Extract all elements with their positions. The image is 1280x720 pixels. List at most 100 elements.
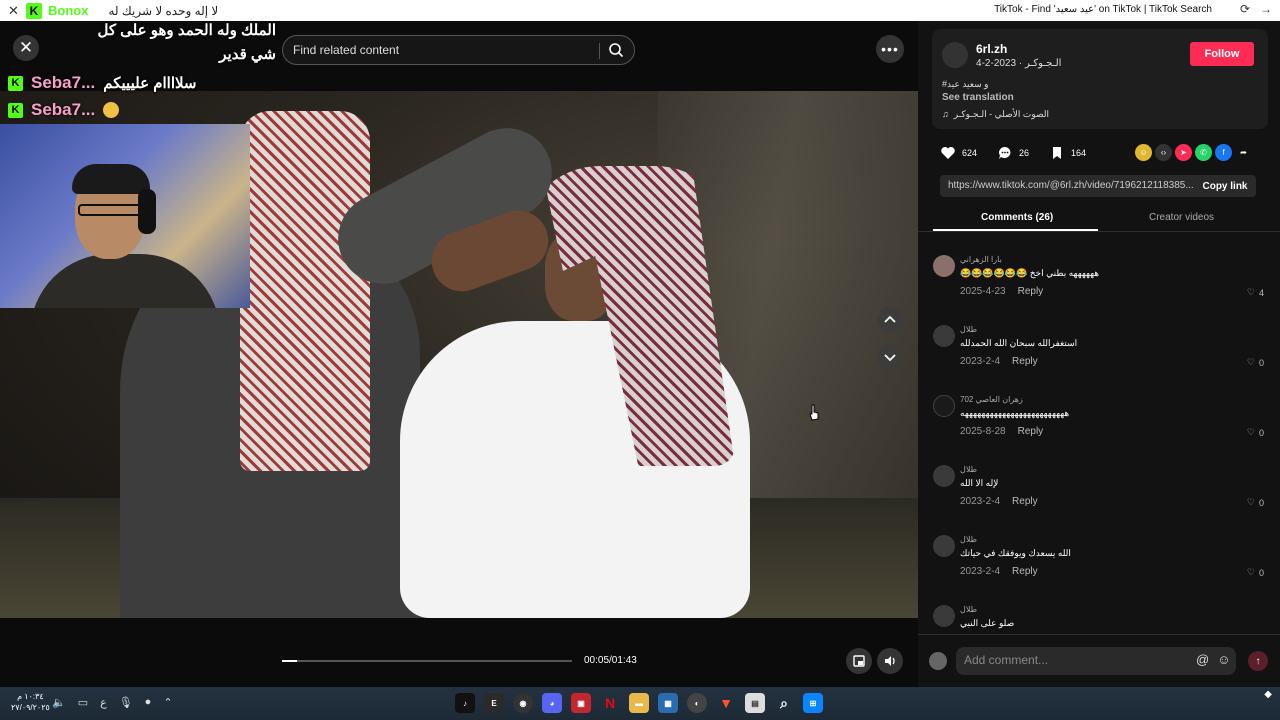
comment-like-button[interactable]: ♡ 0	[1247, 357, 1264, 368]
windows-start-icon[interactable]: ⊞	[803, 693, 823, 713]
brand-name: Bonox	[48, 3, 89, 18]
chevron-up-icon[interactable]: ⌃	[163, 696, 172, 709]
close-video-button[interactable]: ✕	[13, 35, 39, 61]
reply-button[interactable]: Reply	[1012, 356, 1038, 367]
obs-icon[interactable]: ◉	[513, 693, 533, 713]
details-panel: 6rl.zh الـجـوكـر · 2023-2-4 Follow #و سع…	[918, 21, 1280, 687]
next-video-button[interactable]	[877, 344, 903, 370]
like-count: 624	[962, 148, 978, 158]
forward-icon[interactable]: →	[1260, 2, 1272, 16]
comment-author[interactable]: بارا الزهراني	[960, 255, 1002, 264]
comment-button[interactable]: 26	[997, 145, 1029, 161]
system-tray: 🔈 ▭ ع 🎙 ● ⌃	[52, 696, 173, 709]
mention-icon[interactable]: @	[1196, 652, 1209, 667]
microsoft-store-icon[interactable]: ▦	[658, 693, 678, 713]
chat-line: K Seba7... سلاااام عليييكم	[8, 72, 197, 94]
comment-author[interactable]: زهران العاصي 702	[960, 395, 1023, 404]
copilot-icon[interactable]: ◆	[1264, 689, 1272, 700]
avatar[interactable]	[942, 42, 968, 68]
whatsapp-icon[interactable]: ✆	[1195, 144, 1212, 161]
tab-creator-videos[interactable]: Creator videos	[1149, 212, 1214, 223]
avatar[interactable]	[933, 465, 955, 487]
search-icon[interactable]: ⌕	[774, 693, 794, 713]
comment-like-button[interactable]: ♡ 0	[1247, 497, 1264, 508]
comment-like-button[interactable]: ♡ 0	[1247, 427, 1264, 438]
search-icon[interactable]	[608, 42, 624, 58]
avatar[interactable]	[933, 325, 955, 347]
kick-badge-icon: K	[8, 102, 23, 118]
previous-video-button[interactable]	[877, 307, 903, 333]
microphone-icon[interactable]: 🎙	[119, 696, 133, 709]
chat-line: K Seba7...	[8, 99, 120, 121]
reply-button[interactable]: Reply	[1018, 286, 1044, 297]
see-translation-link[interactable]: See translation	[942, 92, 1014, 103]
friends-share-icon[interactable]: ☺	[1135, 144, 1152, 161]
seek-bar[interactable]	[282, 660, 572, 662]
engagement-stats: 624 26 164	[940, 142, 1098, 164]
embed-icon[interactable]: ‹›	[1155, 144, 1172, 161]
avatar[interactable]	[933, 395, 955, 417]
comment-input[interactable]: Add comment...	[956, 647, 1236, 675]
avatar	[929, 652, 947, 670]
share-more-icon[interactable]: ➦	[1235, 144, 1252, 161]
music-info[interactable]: ♫ الصوت الأصلي - الـجـوكـر	[942, 109, 1049, 120]
reply-button[interactable]: Reply	[1012, 496, 1038, 507]
save-count: 164	[1071, 148, 1087, 158]
video-player[interactable]: الملك وله الحمد وهو على كل شي قدير K Seb…	[0, 21, 918, 687]
emoji-icon[interactable]: ☺	[1217, 652, 1230, 667]
media-app-icon[interactable]: ▣	[571, 693, 591, 713]
related-search-input[interactable]: Find related content	[282, 35, 635, 65]
reply-button[interactable]: Reply	[1012, 566, 1038, 577]
avatar[interactable]	[933, 605, 955, 627]
comment-date: 2023-2-4	[960, 566, 1001, 577]
more-options-button[interactable]: •••	[876, 35, 904, 63]
comment-like-button[interactable]: ♡ 4	[1247, 287, 1264, 298]
avatar[interactable]	[933, 255, 955, 277]
comment-author[interactable]: طلال	[960, 605, 977, 614]
comment-like-button[interactable]: ♡ 0	[1247, 567, 1264, 578]
tab-comments[interactable]: Comments (26)	[981, 212, 1053, 223]
comment-icon	[999, 147, 1011, 159]
streamer-webcam	[0, 124, 250, 308]
chevron-up-icon	[884, 315, 896, 323]
copy-link-button[interactable]: Copy link	[1194, 175, 1256, 197]
language-indicator[interactable]: ع	[100, 696, 107, 709]
comment-like-count: 0	[1258, 357, 1264, 368]
add-comment-bar: Add comment... @ ☺ ↑	[918, 634, 1280, 687]
taskbar-clock[interactable]: ١٠:٣٤ م ٢٧/٠٩/٢٠٢٥	[11, 691, 50, 713]
reload-icon[interactable]: ⟳	[1240, 2, 1250, 16]
seek-bar-fill	[282, 660, 297, 662]
discord-icon[interactable]: ◕	[542, 693, 562, 713]
comment-author[interactable]: طلال	[960, 465, 977, 474]
netflix-icon[interactable]: N	[600, 693, 620, 713]
file-explorer-icon[interactable]: ▬	[629, 693, 649, 713]
brave-browser-icon[interactable]: ▼	[716, 693, 736, 713]
notepad-icon[interactable]: ▤	[745, 693, 765, 713]
monitor-icon[interactable]: ▭	[78, 696, 88, 709]
epic-games-icon[interactable]: E	[484, 693, 504, 713]
save-button[interactable]: 164	[1049, 145, 1086, 161]
comment-author[interactable]: طلال	[960, 535, 977, 544]
comment-author[interactable]: طلال	[960, 325, 977, 334]
comment-date: 2025-4-23	[960, 286, 1006, 297]
author-name[interactable]: 6rl.zh	[976, 42, 1007, 56]
tiktok-app-icon[interactable]: ♪	[455, 693, 475, 713]
volume-icon[interactable]: 🔈	[52, 696, 66, 709]
banner-marquee: لا إله وحده لا شريك له	[108, 3, 219, 18]
green-tray-icon[interactable]: ●	[145, 696, 152, 709]
comment-count: 26	[1019, 148, 1030, 158]
avatar[interactable]	[933, 535, 955, 557]
video-link-field[interactable]: https://www.tiktok.com/@6rl.zh/video/719…	[940, 175, 1194, 197]
like-button[interactable]: 624	[940, 145, 977, 161]
steam-icon[interactable]: ◐	[687, 693, 707, 713]
facebook-icon[interactable]: f	[1215, 144, 1232, 161]
volume-button[interactable]	[877, 648, 903, 674]
comment-item: زهران العاصي 702 ههههههههههههههههههههههه…	[918, 386, 1280, 452]
send-to-friends-icon[interactable]: ➤	[1175, 144, 1192, 161]
comment-item: طلال لإله الا الله 2023-2-4 Reply ♡ 0	[918, 456, 1280, 522]
floating-player-button[interactable]	[846, 648, 872, 674]
follow-button[interactable]: Follow	[1190, 42, 1254, 66]
post-comment-button[interactable]: ↑	[1248, 651, 1268, 671]
reply-button[interactable]: Reply	[1018, 426, 1044, 437]
close-icon[interactable]: ✕	[8, 3, 19, 19]
